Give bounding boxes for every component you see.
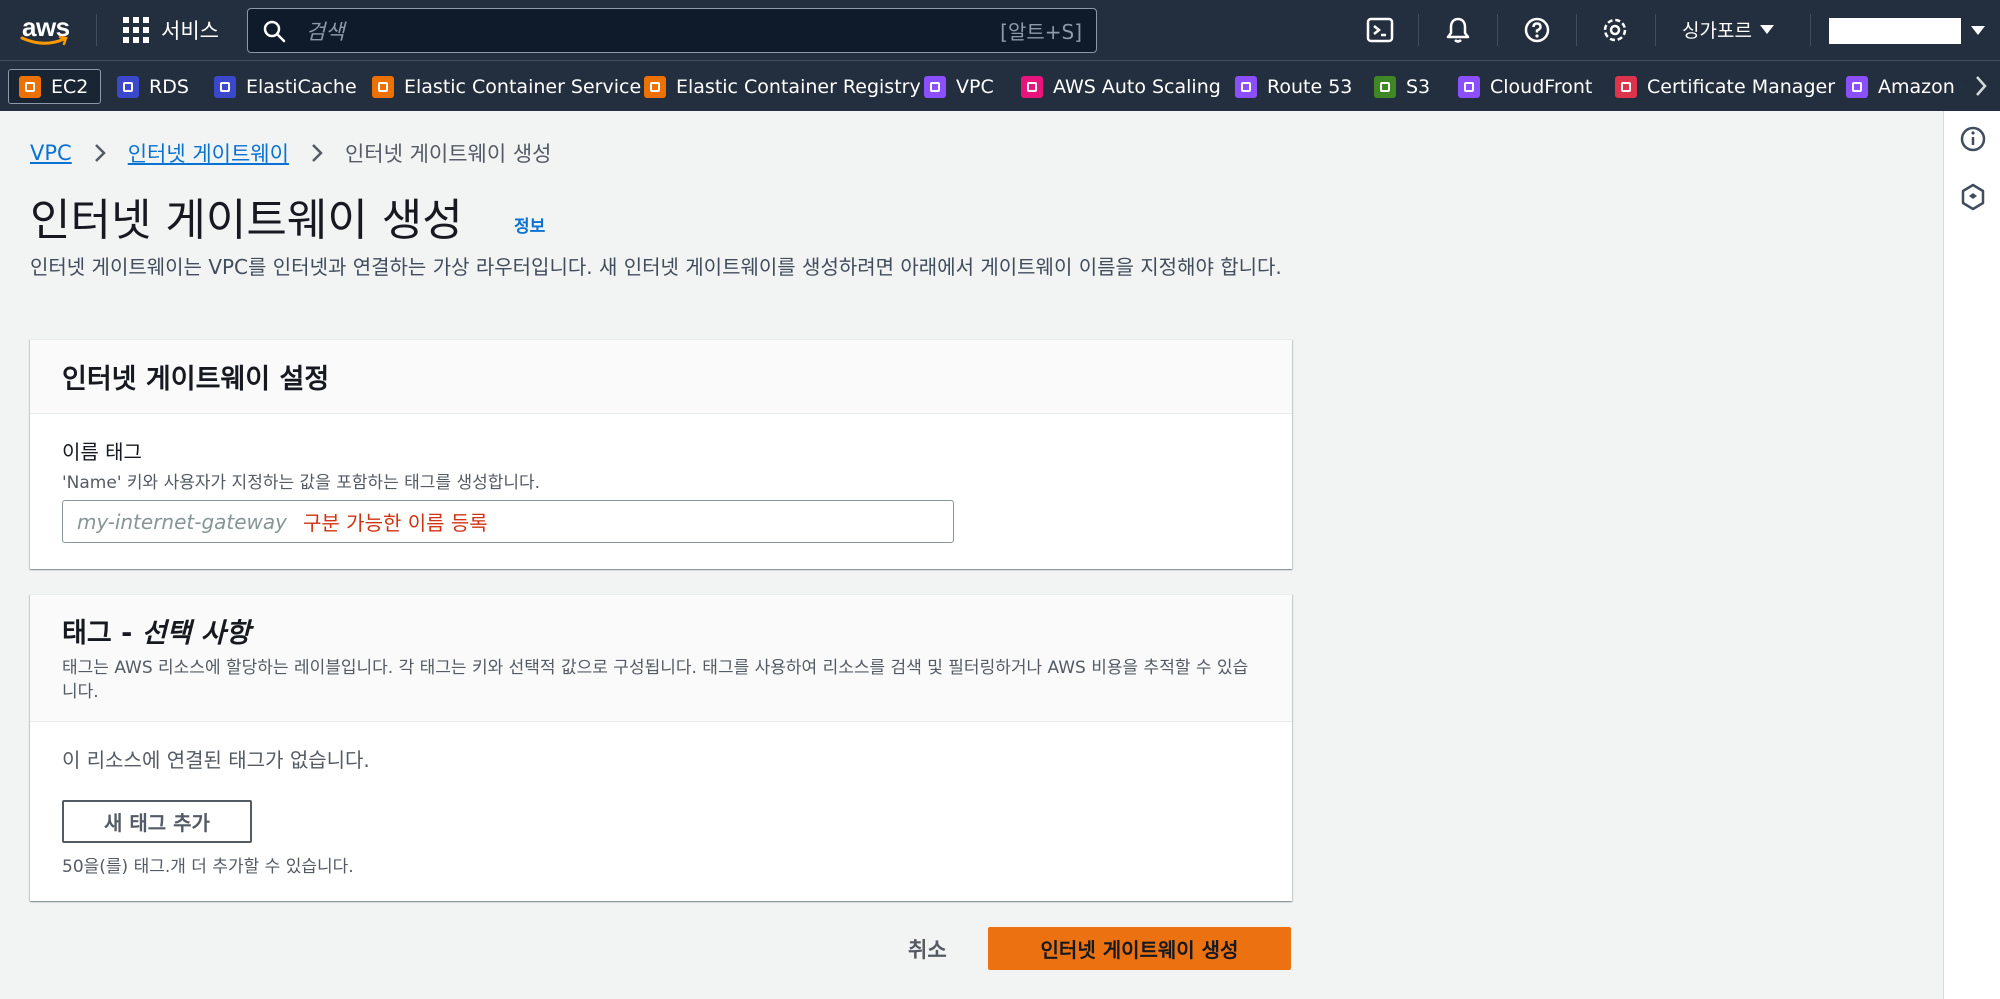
services-menu-button[interactable]: 서비스	[123, 14, 219, 46]
gear-icon[interactable]	[1601, 16, 1629, 44]
aws-logo[interactable]: aws	[20, 10, 76, 50]
route53-icon	[1235, 75, 1257, 98]
favorite-amazon[interactable]: Amazon C	[1846, 69, 1974, 104]
panel-title: 인터넷 게이트웨이 설정	[62, 364, 330, 395]
region-label: 싱가포르	[1682, 20, 1752, 42]
tags-title: 태그 -	[62, 618, 142, 649]
favorite-label: ElastiCache	[246, 75, 357, 98]
chevron-right-icon	[312, 144, 323, 162]
elasticache-icon	[214, 75, 236, 98]
name-tag-label: 이름 태그	[62, 440, 142, 464]
add-new-tag-button[interactable]: 새 태그 추가	[62, 800, 252, 843]
ec2-icon	[19, 75, 41, 98]
search-input[interactable]: 검색 [알트+S]	[247, 8, 1097, 53]
breadcrumb-internet-gateway-link[interactable]: 인터넷 게이트웨이	[128, 138, 289, 168]
name-tag-hint: 'Name' 키와 사용자가 지정하는 값을 포함하는 태그를 생성합니다.	[62, 473, 541, 493]
favorite-s3[interactable]: S3	[1374, 69, 1430, 104]
tags-description: 태그는 AWS 리소스에 할당하는 레이블입니다. 각 태그는 키와 선택적 값…	[62, 658, 1249, 702]
favorite-certificate-manager[interactable]: Certificate Manager	[1615, 69, 1835, 104]
tools-rail	[1943, 111, 2000, 999]
name-tag-annotation: 구분 가능한 이름 등록	[303, 511, 488, 535]
favorite-label: S3	[1406, 75, 1431, 98]
smile-icon	[20, 36, 68, 46]
grid-icon	[123, 17, 149, 43]
breadcrumb-current: 인터넷 게이트웨이 생성	[344, 142, 552, 166]
caret-down-icon[interactable]	[1971, 26, 1985, 35]
divider	[1655, 14, 1656, 46]
divider	[1576, 14, 1577, 46]
info-link[interactable]: 정보	[514, 212, 545, 237]
page-title: 인터넷 게이트웨이 생성	[30, 195, 463, 246]
breadcrumb-vpc-link[interactable]: VPC	[30, 141, 72, 165]
favorite-ecr[interactable]: Elastic Container Registry	[644, 69, 921, 104]
favorite-cloudfront[interactable]: CloudFront	[1458, 69, 1592, 104]
favorite-label: Route 53	[1267, 75, 1353, 98]
favorite-label: AWS Auto Scaling	[1053, 75, 1221, 98]
favorites-bar: EC2 RDS ElastiCache Elastic Container Se…	[0, 60, 2000, 111]
panel-title: 태그 - 선택 사항	[62, 611, 1260, 650]
favorite-label: Amazon C	[1878, 75, 1975, 98]
divider	[96, 14, 97, 46]
region-selector[interactable]: 싱가포르	[1682, 16, 1774, 43]
s3-icon	[1374, 75, 1396, 98]
services-label: 서비스	[161, 19, 219, 43]
search-placeholder: 검색	[306, 19, 345, 44]
vpc-icon	[924, 75, 946, 98]
caret-down-icon	[1759, 25, 1774, 34]
panel-header: 태그 - 선택 사항 태그는 AWS 리소스에 할당하는 레이블입니다. 각 태…	[30, 595, 1292, 722]
favorite-ec2[interactable]: EC2	[8, 69, 102, 104]
account-menu-button[interactable]	[1829, 18, 1961, 44]
favorite-elasticache[interactable]: ElastiCache	[214, 69, 357, 104]
page-description: 인터넷 게이트웨이는 VPC를 인터넷과 연결하는 가상 라우터입니다. 새 인…	[30, 255, 1282, 279]
panel-header: 인터넷 게이트웨이 설정	[30, 340, 1292, 414]
hexagon-icon[interactable]	[1959, 183, 1987, 211]
favorite-label: Elastic Container Registry	[676, 75, 921, 98]
name-tag-placeholder: my-internet-gateway	[77, 509, 288, 534]
divider	[1418, 14, 1419, 46]
certificate-manager-icon	[1615, 75, 1637, 98]
name-tag-input[interactable]: my-internet-gateway 구분 가능한 이름 등록	[62, 500, 954, 543]
cloudfront-icon	[1458, 75, 1480, 98]
favorite-rds[interactable]: RDS	[117, 69, 189, 104]
favorite-label: CloudFront	[1490, 75, 1593, 98]
favorite-label: Certificate Manager	[1647, 75, 1836, 98]
cloudshell-icon[interactable]	[1366, 16, 1394, 44]
tag-limit-hint: 50을(를) 태그.개 더 추가할 수 있습니다.	[62, 857, 354, 877]
favorite-label: EC2	[51, 75, 89, 98]
rds-icon	[117, 75, 139, 98]
favorite-label: Elastic Container Service	[404, 75, 642, 98]
favorite-ecs[interactable]: Elastic Container Service	[372, 69, 641, 104]
chevron-right-icon	[94, 144, 106, 162]
no-tags-message: 이 리소스에 연결된 태그가 없습니다.	[62, 748, 370, 772]
search-icon	[263, 20, 286, 42]
help-icon[interactable]	[1523, 16, 1551, 44]
create-internet-gateway-button[interactable]: 인터넷 게이트웨이 생성	[988, 927, 1291, 970]
favorite-label: RDS	[149, 75, 189, 98]
divider	[1810, 14, 1811, 46]
favorites-scroll-right-button[interactable]	[1962, 66, 2000, 106]
search-shortcut: [알트+S]	[1000, 20, 1082, 44]
breadcrumb: VPC 인터넷 게이트웨이 인터넷 게이트웨이 생성	[30, 138, 552, 168]
favorite-route53[interactable]: Route 53	[1235, 69, 1352, 104]
chevron-right-icon	[1976, 76, 1987, 96]
optional-label: 선택 사항	[141, 618, 251, 649]
cancel-button[interactable]: 취소	[908, 934, 947, 964]
divider	[1497, 14, 1498, 46]
favorite-auto-scaling[interactable]: AWS Auto Scaling	[1021, 69, 1221, 104]
info-icon[interactable]	[1959, 125, 1987, 153]
ecr-icon	[644, 75, 666, 98]
auto-scaling-icon	[1021, 75, 1043, 98]
top-navigation: aws 서비스 검색 [알트+S] 싱가포르	[0, 0, 2000, 60]
ecs-icon	[372, 75, 394, 98]
favorite-label: VPC	[956, 75, 994, 98]
amazon-service-icon	[1846, 75, 1868, 98]
favorite-vpc[interactable]: VPC	[924, 69, 994, 104]
bell-icon[interactable]	[1444, 16, 1472, 44]
